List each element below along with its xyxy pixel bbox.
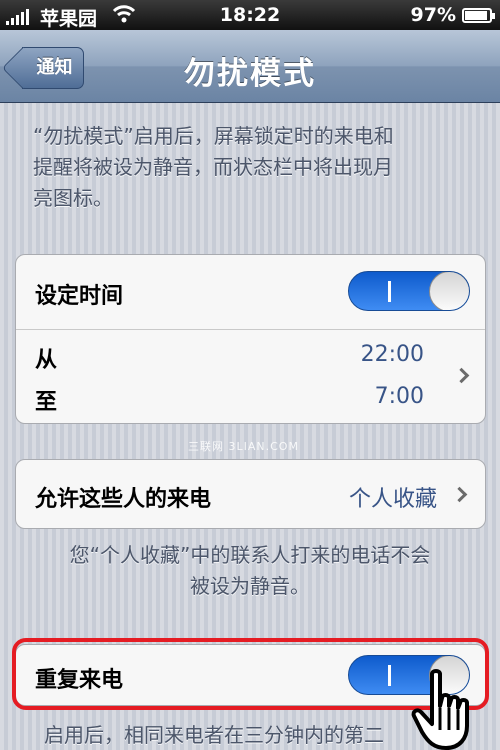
allow-calls-group: 允许这些人的来电 个人收藏	[15, 459, 486, 529]
toggle-on-mark	[388, 281, 391, 302]
repeated-calls-note: 启用后，相同来电者在三分钟内的第二	[44, 720, 384, 750]
to-label: 至	[35, 390, 58, 415]
chevron-right-icon	[451, 486, 468, 503]
repeat-note-line-1: 启用后，相同来电者在三分钟内的第二	[44, 723, 384, 747]
intro-description: “勿扰模式”启用后，屏幕锁定时的来电和 提醒将被设为静音，而状态栏中将出现月 亮…	[33, 121, 394, 214]
from-time: 22:00	[360, 342, 424, 367]
intro-line-1: “勿扰模式”启用后，屏幕锁定时的来电和	[33, 124, 394, 148]
hand-pointer-icon	[410, 668, 490, 750]
schedule-label: 设定时间	[35, 284, 124, 309]
allow-calls-row[interactable]: 允许这些人的来电 个人收藏	[16, 460, 485, 528]
allow-calls-label: 允许这些人的来电	[35, 487, 212, 512]
allow-calls-note: 您“个人收藏”中的联系人打来的电话不会 被设为静音。	[0, 540, 500, 602]
navigation-bar: 通知 勿扰模式	[0, 30, 500, 103]
status-bar: 苹果园 18:22 97%	[0, 0, 500, 30]
watermark: 三联网 3LIAN.COM	[188, 440, 299, 453]
schedule-group: 设定时间 从 22:00 至 7:00	[15, 254, 486, 424]
chevron-right-icon	[453, 367, 470, 384]
intro-line-2: 提醒将被设为静音，而状态栏中将出现月	[33, 155, 393, 179]
schedule-time-range-row[interactable]: 从 22:00 至 7:00	[16, 330, 485, 423]
from-label: 从	[35, 348, 58, 373]
allow-note-line-2: 被设为静音。	[190, 574, 310, 598]
allow-calls-value: 个人收藏	[348, 487, 437, 512]
schedule-row: 设定时间	[16, 255, 485, 329]
allow-note-line-1: 您“个人收藏”中的联系人打来的电话不会	[69, 543, 431, 567]
schedule-toggle[interactable]	[348, 271, 470, 311]
battery-percent: 97%	[410, 4, 456, 26]
back-button[interactable]: 通知	[22, 47, 84, 89]
intro-line-3: 亮图标。	[33, 186, 113, 210]
to-time: 7:00	[374, 384, 424, 409]
battery-icon	[462, 8, 495, 23]
toggle-knob	[429, 272, 469, 310]
